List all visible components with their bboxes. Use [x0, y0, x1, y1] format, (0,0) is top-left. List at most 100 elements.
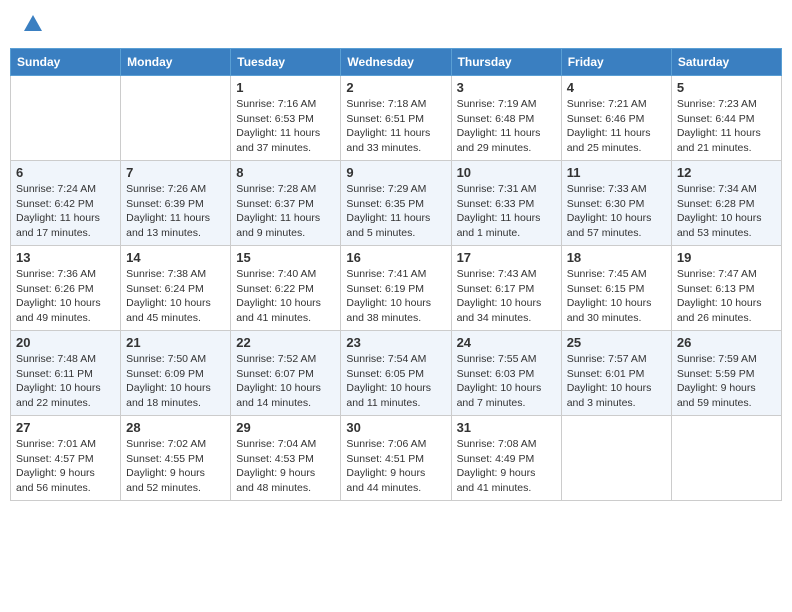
calendar-cell: 14 Sunrise: 7:38 AM Sunset: 6:24 PM Dayli…: [121, 246, 231, 331]
calendar-cell: 18 Sunrise: 7:45 AM Sunset: 6:15 PM Dayli…: [561, 246, 671, 331]
day-info: Sunrise: 7:02 AM Sunset: 4:55 PM Dayligh…: [126, 437, 225, 496]
day-number: 28: [126, 420, 225, 435]
day-info: Sunrise: 7:55 AM Sunset: 6:03 PM Dayligh…: [457, 352, 556, 411]
day-info: Sunrise: 7:50 AM Sunset: 6:09 PM Dayligh…: [126, 352, 225, 411]
day-number: 26: [677, 335, 776, 350]
calendar-cell: 16 Sunrise: 7:41 AM Sunset: 6:19 PM Dayli…: [341, 246, 451, 331]
calendar-cell: 19 Sunrise: 7:47 AM Sunset: 6:13 PM Dayli…: [671, 246, 781, 331]
day-info: Sunrise: 7:08 AM Sunset: 4:49 PM Dayligh…: [457, 437, 556, 496]
calendar-cell: 29 Sunrise: 7:04 AM Sunset: 4:53 PM Dayli…: [231, 416, 341, 501]
day-info: Sunrise: 7:21 AM Sunset: 6:46 PM Dayligh…: [567, 97, 666, 156]
logo-icon: [22, 13, 44, 35]
day-number: 31: [457, 420, 556, 435]
day-info: Sunrise: 7:19 AM Sunset: 6:48 PM Dayligh…: [457, 97, 556, 156]
day-number: 16: [346, 250, 445, 265]
day-info: Sunrise: 7:28 AM Sunset: 6:37 PM Dayligh…: [236, 182, 335, 241]
day-number: 24: [457, 335, 556, 350]
day-number: 13: [16, 250, 115, 265]
calendar-week-row: 1 Sunrise: 7:16 AM Sunset: 6:53 PM Daylig…: [11, 76, 782, 161]
day-number: 21: [126, 335, 225, 350]
day-number: 25: [567, 335, 666, 350]
calendar-cell: 5Sunrise: 7:23 AM Sunset: 6:44 PM Daylig…: [671, 76, 781, 161]
day-number: 1: [236, 80, 335, 95]
day-info: Sunrise: 7:29 AM Sunset: 6:35 PM Dayligh…: [346, 182, 445, 241]
column-header-friday: Friday: [561, 49, 671, 76]
calendar-cell: 22 Sunrise: 7:52 AM Sunset: 6:07 PM Dayli…: [231, 331, 341, 416]
day-info: Sunrise: 7:04 AM Sunset: 4:53 PM Dayligh…: [236, 437, 335, 496]
calendar-cell: 25 Sunrise: 7:57 AM Sunset: 6:01 PM Dayli…: [561, 331, 671, 416]
day-info: Sunrise: 7:16 AM Sunset: 6:53 PM Dayligh…: [236, 97, 335, 156]
day-number: 10: [457, 165, 556, 180]
calendar-cell: [121, 76, 231, 161]
calendar-cell: 9 Sunrise: 7:29 AM Sunset: 6:35 PM Daylig…: [341, 161, 451, 246]
column-header-monday: Monday: [121, 49, 231, 76]
day-number: 2: [346, 80, 445, 95]
calendar-cell: 3 Sunrise: 7:19 AM Sunset: 6:48 PM Daylig…: [451, 76, 561, 161]
calendar-cell: 17 Sunrise: 7:43 AM Sunset: 6:17 PM Dayli…: [451, 246, 561, 331]
day-info: Sunrise: 7:59 AM Sunset: 5:59 PM Dayligh…: [677, 352, 776, 411]
day-number: 22: [236, 335, 335, 350]
day-info: Sunrise: 7:26 AM Sunset: 6:39 PM Dayligh…: [126, 182, 225, 241]
day-info: Sunrise: 7:24 AM Sunset: 6:42 PM Dayligh…: [16, 182, 115, 241]
calendar-week-row: 13Sunrise: 7:36 AM Sunset: 6:26 PM Dayli…: [11, 246, 782, 331]
calendar-header-row: SundayMondayTuesdayWednesdayThursdayFrid…: [11, 49, 782, 76]
calendar-table: SundayMondayTuesdayWednesdayThursdayFrid…: [10, 48, 782, 501]
day-info: Sunrise: 7:41 AM Sunset: 6:19 PM Dayligh…: [346, 267, 445, 326]
calendar-cell: 27 Sunrise: 7:01 AM Sunset: 4:57 PM Dayli…: [11, 416, 121, 501]
day-info: Sunrise: 7:47 AM Sunset: 6:13 PM Dayligh…: [677, 267, 776, 326]
calendar-cell: 11Sunrise: 7:33 AM Sunset: 6:30 PM Dayli…: [561, 161, 671, 246]
day-info: Sunrise: 7:48 AM Sunset: 6:11 PM Dayligh…: [16, 352, 115, 411]
calendar-cell: 13Sunrise: 7:36 AM Sunset: 6:26 PM Dayli…: [11, 246, 121, 331]
day-number: 11: [567, 165, 666, 180]
day-info: Sunrise: 7:52 AM Sunset: 6:07 PM Dayligh…: [236, 352, 335, 411]
calendar-cell: 7 Sunrise: 7:26 AM Sunset: 6:39 PM Daylig…: [121, 161, 231, 246]
day-info: Sunrise: 7:38 AM Sunset: 6:24 PM Dayligh…: [126, 267, 225, 326]
calendar-cell: 8 Sunrise: 7:28 AM Sunset: 6:37 PM Daylig…: [231, 161, 341, 246]
day-info: Sunrise: 7:06 AM Sunset: 4:51 PM Dayligh…: [346, 437, 445, 496]
day-number: 30: [346, 420, 445, 435]
day-number: 29: [236, 420, 335, 435]
calendar-cell: 4 Sunrise: 7:21 AM Sunset: 6:46 PM Daylig…: [561, 76, 671, 161]
calendar-cell: [11, 76, 121, 161]
day-info: Sunrise: 7:31 AM Sunset: 6:33 PM Dayligh…: [457, 182, 556, 241]
calendar-week-row: 6Sunrise: 7:24 AM Sunset: 6:42 PM Daylig…: [11, 161, 782, 246]
day-number: 9: [346, 165, 445, 180]
day-info: Sunrise: 7:57 AM Sunset: 6:01 PM Dayligh…: [567, 352, 666, 411]
page-header: [10, 10, 782, 40]
day-number: 20: [16, 335, 115, 350]
column-header-thursday: Thursday: [451, 49, 561, 76]
day-number: 7: [126, 165, 225, 180]
day-number: 8: [236, 165, 335, 180]
day-info: Sunrise: 7:43 AM Sunset: 6:17 PM Dayligh…: [457, 267, 556, 326]
column-header-sunday: Sunday: [11, 49, 121, 76]
day-number: 4: [567, 80, 666, 95]
calendar-cell: 21 Sunrise: 7:50 AM Sunset: 6:09 PM Dayli…: [121, 331, 231, 416]
calendar-cell: [561, 416, 671, 501]
calendar-cell: 12Sunrise: 7:34 AM Sunset: 6:28 PM Dayli…: [671, 161, 781, 246]
calendar-cell: 20 Sunrise: 7:48 AM Sunset: 6:11 PM Dayli…: [11, 331, 121, 416]
day-number: 3: [457, 80, 556, 95]
calendar-cell: 15Sunrise: 7:40 AM Sunset: 6:22 PM Dayli…: [231, 246, 341, 331]
day-number: 19: [677, 250, 776, 265]
column-header-tuesday: Tuesday: [231, 49, 341, 76]
day-number: 18: [567, 250, 666, 265]
calendar-cell: 23Sunrise: 7:54 AM Sunset: 6:05 PM Dayli…: [341, 331, 451, 416]
day-number: 17: [457, 250, 556, 265]
day-number: 27: [16, 420, 115, 435]
day-number: 14: [126, 250, 225, 265]
day-number: 5: [677, 80, 776, 95]
day-info: Sunrise: 7:18 AM Sunset: 6:51 PM Dayligh…: [346, 97, 445, 156]
logo: [20, 15, 44, 35]
calendar-cell: 6Sunrise: 7:24 AM Sunset: 6:42 PM Daylig…: [11, 161, 121, 246]
calendar-cell: 10 Sunrise: 7:31 AM Sunset: 6:33 PM Dayli…: [451, 161, 561, 246]
calendar-cell: 24 Sunrise: 7:55 AM Sunset: 6:03 PM Dayli…: [451, 331, 561, 416]
calendar-cell: 1 Sunrise: 7:16 AM Sunset: 6:53 PM Daylig…: [231, 76, 341, 161]
calendar-cell: 26 Sunrise: 7:59 AM Sunset: 5:59 PM Dayli…: [671, 331, 781, 416]
day-info: Sunrise: 7:45 AM Sunset: 6:15 PM Dayligh…: [567, 267, 666, 326]
day-number: 12: [677, 165, 776, 180]
day-info: Sunrise: 7:01 AM Sunset: 4:57 PM Dayligh…: [16, 437, 115, 496]
calendar-week-row: 27 Sunrise: 7:01 AM Sunset: 4:57 PM Dayli…: [11, 416, 782, 501]
calendar-cell: [671, 416, 781, 501]
calendar-cell: 2 Sunrise: 7:18 AM Sunset: 6:51 PM Daylig…: [341, 76, 451, 161]
day-number: 15: [236, 250, 335, 265]
